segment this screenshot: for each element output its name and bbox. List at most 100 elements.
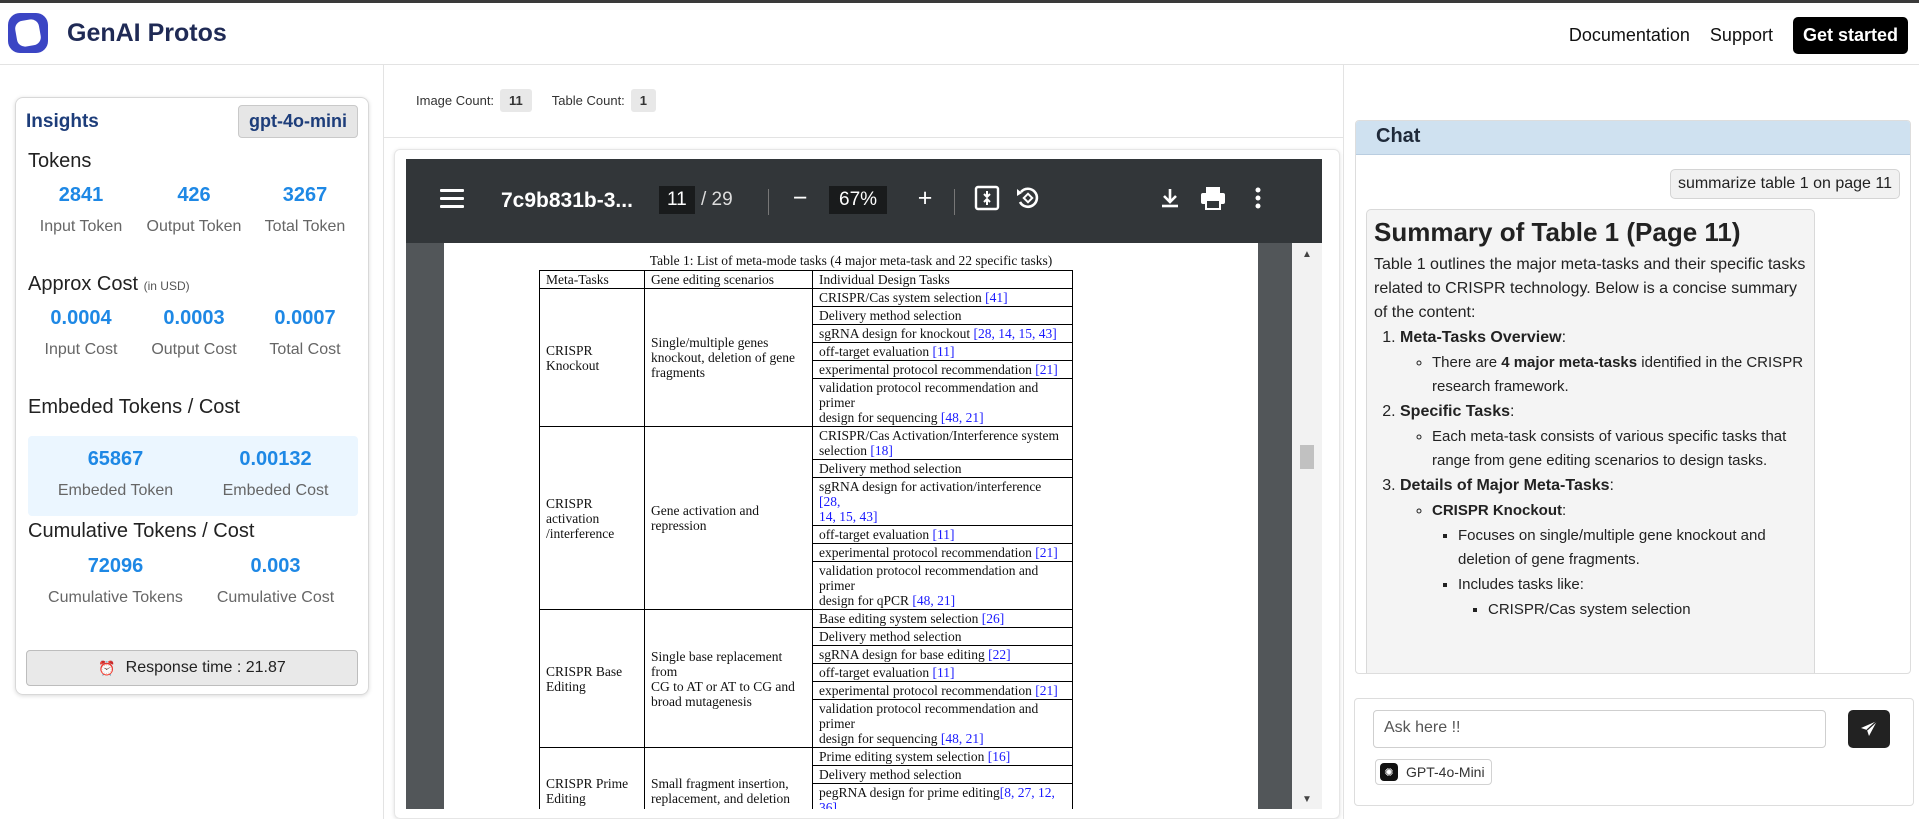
design-task-line: Delivery method selection [819, 461, 1066, 476]
tokens-heading: Tokens [28, 150, 92, 172]
design-task-text: experimental protocol recommendation [819, 362, 1036, 377]
design-task-text: off-target evaluation [819, 665, 933, 680]
scroll-thumb[interactable] [1300, 445, 1314, 469]
design-task-text: design for qPCR [819, 593, 913, 608]
chat-window: Chat summarize table 1 on page 11 Summar… [1355, 120, 1911, 674]
citation-link[interactable]: [22] [988, 647, 1011, 662]
page-total: / 29 [701, 189, 733, 210]
embed-cost-stat: 0.00132 Embeded Cost [188, 448, 363, 500]
download-icon[interactable] [1153, 181, 1187, 215]
response-time-text: Response time : 21.87 [125, 659, 286, 676]
citation-link[interactable]: [48, 21] [941, 410, 984, 425]
citation-link[interactable]: [21] [1035, 545, 1058, 560]
scroll-down-icon[interactable]: ▼ [1302, 794, 1312, 805]
insights-card: Insights gpt-4o-mini Tokens 2841 Input T… [15, 97, 369, 695]
zoom-in-icon[interactable]: + [908, 181, 942, 215]
design-task-line: selection [18] [819, 443, 1066, 458]
page-number-input[interactable]: 11 [659, 186, 695, 214]
design-task-line: pegRNA design for prime editing[8, 27, 1… [819, 785, 1066, 809]
design-task-line: CRISPR/Cas system selection [41] [819, 290, 1066, 305]
cost-heading-text: Approx Cost [28, 273, 139, 295]
reply-heading: Summary of Table 1 (Page 11) [1374, 217, 1741, 247]
fit-page-icon[interactable] [970, 181, 1004, 215]
citation-link[interactable]: [26] [982, 611, 1005, 626]
design-task-text: sgRNA design for base editing [819, 647, 989, 662]
more-options-icon[interactable] [1241, 181, 1275, 215]
design-task-line: Delivery method selection [819, 767, 1066, 782]
citation-link[interactable]: [21] [1035, 362, 1058, 377]
citation-link[interactable]: [28, 14, 15, 43] [974, 326, 1057, 341]
scenario-line: replacement, and deletion [651, 791, 791, 806]
design-task-text: Delivery method selection [819, 629, 962, 644]
design-task-line: validation protocol recommendation and p… [819, 380, 1066, 410]
total-token-value: 3267 [282, 184, 328, 206]
embed-token-label: Embeded Token [57, 482, 174, 499]
chat-input-area: Ask here !! ✺ GPT-4o-Mini [1354, 698, 1914, 806]
zoom-level[interactable]: 67% [829, 186, 888, 214]
zoom-out-icon[interactable]: − [783, 181, 817, 215]
citation-link[interactable]: [11] [932, 344, 954, 359]
design-task-cell: validation protocol recommendation and p… [812, 378, 1073, 427]
genai-logo-icon[interactable] [8, 13, 48, 53]
citation-link[interactable]: [48, 21] [912, 593, 955, 608]
model-chip-label: GPT-4o-Mini [1406, 764, 1485, 780]
chat-input[interactable]: Ask here !! [1373, 710, 1826, 748]
scenario-line: broad mutagenesis [651, 693, 752, 709]
scenario-line: repression [651, 518, 707, 533]
scenario-line: Single/multiple genes [651, 335, 769, 350]
citation-link[interactable]: [28, [819, 494, 840, 509]
table-row: CRISPR Prime Editing Small fragment insert… [539, 747, 1073, 809]
design-task-cell: off-target evaluation [11] [812, 663, 1073, 682]
meta-task-line: CRISPR Base [546, 663, 623, 679]
design-task-line: off-target evaluation [11] [819, 527, 1066, 542]
total-cost-stat: 0.0007 Total Cost [252, 307, 358, 359]
print-icon[interactable] [1196, 181, 1230, 215]
scroll-up-icon[interactable]: ▲ [1302, 249, 1312, 260]
meta-task-cell: CRISPR Base Editing [539, 609, 645, 748]
cost-unit: (in USD) [143, 279, 190, 293]
brand-name[interactable]: GenAI Protos [67, 19, 227, 48]
citation-link[interactable]: 14, 15, 43] [819, 509, 878, 524]
rotate-icon[interactable] [1011, 181, 1045, 215]
citation-link[interactable]: [11] [932, 527, 954, 542]
citation-link[interactable]: [21] [1035, 683, 1058, 698]
cumulative-tokens-value: 72096 [87, 555, 144, 577]
reply-item-title: Specific Tasks [1400, 403, 1510, 420]
design-task-text: sgRNA design for knockout [819, 326, 974, 341]
reply-subsubitem-text: Includes tasks like: [1458, 576, 1584, 593]
scenario-line: Gene activation and [651, 503, 759, 518]
top-nav: Documentation Support Get started [1569, 17, 1919, 54]
reply-subitem: There are 4 major meta-tasks identified … [1432, 351, 1807, 399]
reply-subsubsubitem: CRISPR/Cas system selection [1488, 598, 1807, 622]
input-token-stat: 2841 Input Token [28, 184, 134, 236]
chat-panel: Chat summarize table 1 on page 11 Summar… [1344, 65, 1919, 819]
toolbar-divider [954, 189, 955, 215]
citation-link[interactable]: [11] [932, 665, 954, 680]
total-token-stat: 3267 Total Token [252, 184, 358, 236]
nav-support[interactable]: Support [1710, 25, 1773, 46]
design-task-line: experimental protocol recommendation [21… [819, 545, 1066, 560]
send-button[interactable] [1848, 710, 1890, 748]
nav-documentation[interactable]: Documentation [1569, 25, 1690, 46]
get-started-button[interactable]: Get started [1792, 17, 1908, 54]
output-token-label: Output Token [146, 218, 242, 235]
scenario-cell: Gene activation and repression [644, 426, 813, 610]
scenario-cell: Small fragment insertion, replacement, an… [644, 747, 813, 809]
design-task-cell: sgRNA design for activation/interference… [812, 477, 1073, 526]
citation-link[interactable]: [16] [988, 749, 1011, 764]
output-cost-value: 0.0003 [163, 307, 225, 329]
total-cost-value: 0.0007 [274, 307, 336, 329]
model-chip[interactable]: ✺ GPT-4o-Mini [1375, 759, 1492, 785]
insights-title: Insights [26, 111, 99, 132]
design-task-line: Delivery method selection [819, 629, 1066, 644]
citation-link[interactable]: [41] [985, 290, 1008, 305]
design-task-line: design for sequencing [48, 21] [819, 731, 1066, 746]
citation-link[interactable]: [18] [870, 443, 893, 458]
document-panel: Image Count: 11 Table Count: 1 7c9b831b-… [384, 65, 1344, 819]
citation-link[interactable]: [48, 21] [941, 731, 984, 746]
pdf-scrollbar[interactable]: ▲ ▼ [1292, 243, 1322, 809]
meta-task-line: CRISPR [546, 342, 593, 358]
hamburger-menu-icon[interactable] [440, 189, 464, 209]
pdf-viewer[interactable]: 7c9b831b-3... 11 / 29 − 67% + Table 1: L… [406, 159, 1322, 809]
reply-sublist: CRISPR Knockout: Focuses on single/multi… [1432, 499, 1807, 622]
